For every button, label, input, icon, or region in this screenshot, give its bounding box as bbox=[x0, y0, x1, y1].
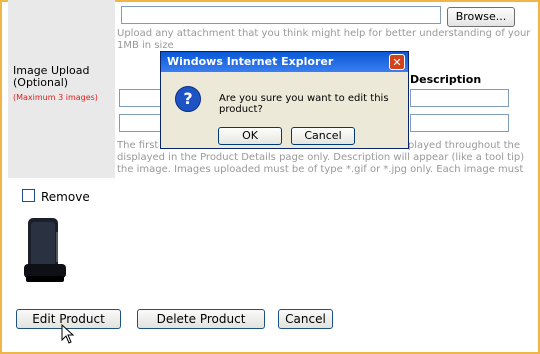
mouse-cursor-icon bbox=[61, 324, 75, 344]
product-image bbox=[24, 218, 66, 282]
attachment-path-input[interactable] bbox=[121, 6, 441, 24]
image-upload-limit: (Maximum 3 images) bbox=[13, 93, 98, 102]
description-input-1[interactable] bbox=[410, 89, 509, 107]
browse-button[interactable]: Browse... bbox=[447, 7, 515, 27]
label-column: Image Upload (Optional) (Maximum 3 image… bbox=[8, 0, 115, 178]
close-icon[interactable]: ✕ bbox=[389, 54, 405, 70]
cancel-button[interactable]: Cancel bbox=[278, 309, 333, 329]
description-header: Description bbox=[410, 73, 482, 86]
remove-image-option[interactable]: Remove bbox=[22, 189, 90, 204]
remove-checkbox[interactable] bbox=[22, 189, 35, 202]
upload-hint: Upload any attachment that you think mig… bbox=[117, 28, 531, 51]
dialog-ok-button[interactable]: OK bbox=[218, 127, 282, 145]
dialog-titlebar: Windows Internet Explorer ✕ bbox=[161, 52, 408, 72]
dialog-cancel-button[interactable]: Cancel bbox=[291, 127, 355, 145]
description-input-2[interactable] bbox=[410, 114, 509, 132]
dialog-title: Windows Internet Explorer bbox=[167, 55, 334, 68]
delete-product-button[interactable]: Delete Product bbox=[137, 309, 265, 329]
remove-label: Remove bbox=[41, 190, 90, 204]
confirm-dialog: Windows Internet Explorer ✕ ? Are you su… bbox=[160, 51, 409, 149]
dialog-message: Are you sure you want to edit this produ… bbox=[219, 93, 389, 115]
question-icon: ? bbox=[175, 86, 201, 112]
image-upload-label: Image Upload (Optional) bbox=[13, 64, 90, 89]
